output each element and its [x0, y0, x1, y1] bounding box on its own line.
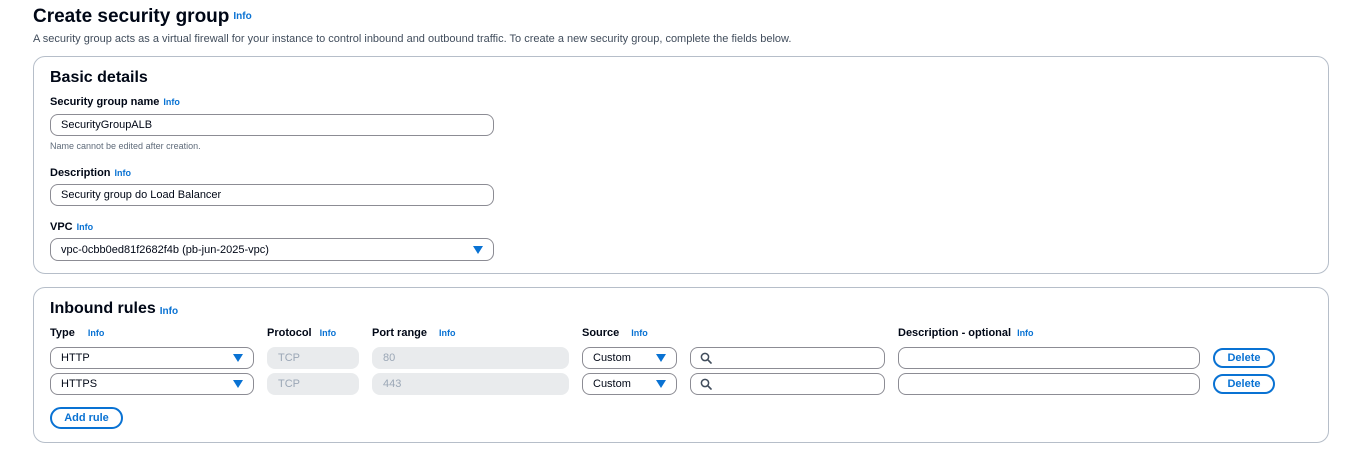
rule-source-select[interactable]: Custom: [582, 347, 677, 369]
delete-rule-button[interactable]: Delete: [1213, 374, 1275, 394]
page-title-text: Create security group: [33, 6, 230, 27]
port-range-info-link[interactable]: Info: [439, 328, 456, 338]
security-group-name-hint: Name cannot be edited after creation.: [50, 141, 201, 151]
column-header-description-text: Description - optional: [898, 327, 1012, 339]
vpc-select[interactable]: vpc-0cbb0ed81f2682f4b (pb-jun-2025-vpc): [50, 238, 494, 261]
description-input[interactable]: Security group do Load Balancer: [50, 184, 494, 206]
type-info-link[interactable]: Info: [88, 328, 105, 338]
column-header-protocol-text: Protocol: [267, 327, 312, 339]
column-header-type: Type Info: [50, 327, 104, 339]
page-description: A security group acts as a virtual firew…: [33, 33, 792, 45]
inbound-rules-title-text: Inbound rules: [50, 300, 156, 317]
vpc-info-link[interactable]: Info: [77, 222, 94, 232]
description-label: Description Info: [50, 167, 131, 179]
description-label-text: Description: [50, 167, 111, 179]
security-group-name-info-link[interactable]: Info: [163, 97, 180, 107]
column-header-description: Description - optional Info: [898, 327, 1034, 339]
caret-down-icon: [233, 354, 243, 362]
rule-source-search-input[interactable]: [690, 347, 885, 369]
rule-description-input[interactable]: [898, 373, 1200, 395]
rule-type-value: HTTP: [61, 352, 90, 364]
column-header-source-text: Source: [582, 327, 620, 339]
column-header-type-text: Type: [50, 327, 75, 339]
column-header-protocol: Protocol Info: [267, 327, 336, 339]
inbound-rules-info-link[interactable]: Info: [160, 306, 178, 317]
protocol-info-link[interactable]: Info: [320, 328, 337, 338]
rule-type-select[interactable]: HTTPS: [50, 373, 254, 395]
search-icon: [700, 378, 712, 390]
rule-protocol-field: TCP: [267, 373, 359, 395]
vpc-label-text: VPC: [50, 221, 73, 233]
caret-down-icon: [473, 245, 483, 254]
column-header-port-range: Port range Info: [372, 327, 456, 339]
search-icon: [700, 352, 712, 364]
add-rule-button[interactable]: Add rule: [50, 407, 123, 429]
page-title-info-link[interactable]: Info: [233, 11, 251, 22]
rule-type-select[interactable]: HTTP: [50, 347, 254, 369]
rule-port-range-field: 80: [372, 347, 569, 369]
rule-type-value: HTTPS: [61, 378, 98, 390]
security-group-name-label-text: Security group name: [50, 96, 160, 108]
rule-protocol-field: TCP: [267, 347, 359, 369]
rule-source-select[interactable]: Custom: [582, 373, 677, 395]
page-title: Create security group Info: [33, 6, 252, 28]
column-header-port-range-text: Port range: [372, 327, 428, 339]
basic-details-title: Basic details: [50, 69, 148, 86]
caret-down-icon: [656, 354, 666, 362]
rule-source-search-input[interactable]: [690, 373, 885, 395]
inbound-rules-title: Inbound rules Info: [50, 300, 178, 318]
description-optional-info-link[interactable]: Info: [1017, 328, 1034, 338]
source-info-link[interactable]: Info: [631, 328, 648, 338]
caret-down-icon: [233, 380, 243, 388]
vpc-label: VPC Info: [50, 221, 93, 233]
description-info-link[interactable]: Info: [115, 168, 132, 178]
column-header-source: Source Info: [582, 327, 648, 339]
rule-source-value: Custom: [593, 352, 631, 364]
vpc-select-value: vpc-0cbb0ed81f2682f4b (pb-jun-2025-vpc): [61, 243, 269, 256]
rule-description-input[interactable]: [898, 347, 1200, 369]
rule-source-value: Custom: [593, 378, 631, 390]
security-group-name-input[interactable]: SecurityGroupALB: [50, 114, 494, 136]
caret-down-icon: [656, 380, 666, 388]
security-group-name-label: Security group name Info: [50, 96, 180, 108]
delete-rule-button[interactable]: Delete: [1213, 348, 1275, 368]
rule-port-range-field: 443: [372, 373, 569, 395]
